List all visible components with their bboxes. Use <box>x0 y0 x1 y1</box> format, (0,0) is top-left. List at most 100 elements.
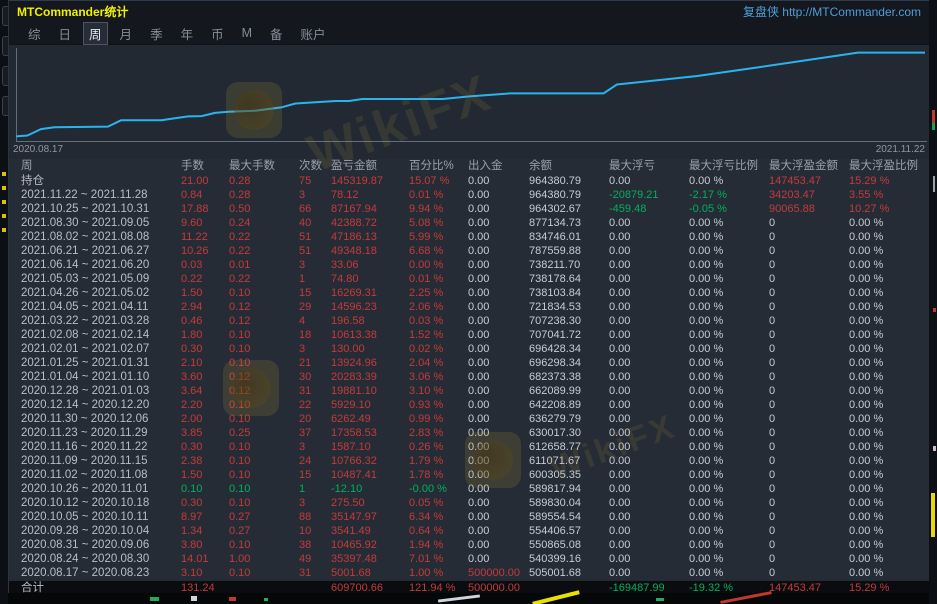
cell-balance: 738103.84 <box>521 286 601 300</box>
menu-item-季[interactable]: 季 <box>141 23 172 44</box>
cell-max-lots: 0.10 <box>221 328 291 342</box>
table-row[interactable]: 2021.03.22 ~ 2021.03.280.460.124196.580.… <box>9 314 929 328</box>
cell-deposit-withdraw: 0.00 <box>460 426 521 440</box>
cell-deposit-withdraw: 0.00 <box>460 370 521 384</box>
cell-max-float-profit: 0 <box>761 314 841 328</box>
cell-max-float-profit-pct: 0.00 % <box>841 496 929 510</box>
cell-pl-amount: 1587.10 <box>323 440 401 454</box>
cell-max-float-profit: 147453.47 <box>761 174 841 188</box>
table-row[interactable]: 2020.08.31 ~ 2020.09.063.800.103810465.9… <box>9 538 929 552</box>
menu-item-M[interactable]: M <box>233 25 261 41</box>
table-row[interactable]: 2020.11.16 ~ 2020.11.220.300.1031587.100… <box>9 440 929 454</box>
table-row[interactable]: 2020.10.12 ~ 2020.10.180.300.103275.500.… <box>9 496 929 510</box>
cell-max-lots: 0.28 <box>221 174 291 188</box>
cell-percent: 0.64 % <box>401 524 460 538</box>
cell-lots: 2.00 <box>173 412 221 426</box>
cell-percent: 5.08 % <box>401 216 460 230</box>
total-row[interactable]: 合计131.24609700.66121.94 %500000.00-16948… <box>9 580 929 594</box>
cell-balance: 642208.89 <box>521 398 601 412</box>
cell-max-float-loss: 0.00 <box>601 482 681 496</box>
table-row[interactable]: 2020.11.02 ~ 2020.11.081.500.101510487.4… <box>9 468 929 482</box>
table-row[interactable]: 2021.08.02 ~ 2021.08.0811.220.225147186.… <box>9 230 929 244</box>
table-row[interactable]: 2020.11.23 ~ 2020.11.293.850.253717358.5… <box>9 426 929 440</box>
table-row[interactable]: 2020.11.30 ~ 2020.12.062.000.10206262.49… <box>9 412 929 426</box>
table-row[interactable]: 2021.01.25 ~ 2021.01.312.100.102113924.9… <box>9 356 929 370</box>
cell-times: 88 <box>291 510 323 524</box>
cell-max-float-profit: 0 <box>761 496 841 510</box>
cell-max-float-loss: 0.00 <box>601 328 681 342</box>
cell-max-float-profit: 0 <box>761 468 841 482</box>
cell-max-float-loss: 0.00 <box>601 510 681 524</box>
cell-max-float-profit-pct: 15.29 % <box>841 174 929 188</box>
table-row[interactable]: 2020.12.14 ~ 2020.12.202.200.10225929.10… <box>9 398 929 412</box>
column-header-max-float-profit-pct: 最大浮盈比例 <box>841 159 929 174</box>
cell-times: 10 <box>291 524 323 538</box>
cell-lots: 3.60 <box>173 370 221 384</box>
table-row[interactable]: 2021.01.04 ~ 2021.01.103.600.123020283.3… <box>9 370 929 384</box>
menu-item-币[interactable]: 币 <box>202 23 233 44</box>
cell-percent: 0.05 % <box>401 496 460 510</box>
cell-week: 2021.06.14 ~ 2021.06.20 <box>11 258 173 272</box>
cell-max-float-loss: 0.00 <box>601 314 681 328</box>
table-row[interactable]: 2020.12.28 ~ 2021.01.033.640.123119881.1… <box>9 384 929 398</box>
cell-lots: 2.10 <box>173 356 221 370</box>
cell-balance: 540399.16 <box>521 552 601 566</box>
menu-item-账户[interactable]: 账户 <box>292 23 335 44</box>
menu-item-综[interactable]: 综 <box>19 23 50 44</box>
cell-max-float-profit-pct: 0.00 % <box>841 230 929 244</box>
menu-item-备[interactable]: 备 <box>261 23 292 44</box>
table-row[interactable]: 2021.02.01 ~ 2021.02.070.300.103130.000.… <box>9 342 929 356</box>
menu-item-日[interactable]: 日 <box>50 23 81 44</box>
table-row[interactable]: 2020.11.09 ~ 2020.11.152.380.102410766.3… <box>9 454 929 468</box>
cell-max-float-profit: 0 <box>761 286 841 300</box>
cell-max-lots: 0.12 <box>221 370 291 384</box>
cell-times: 37 <box>291 426 323 440</box>
table-row[interactable]: 持仓21.000.2875145319.8715.07 %0.00964380.… <box>9 174 929 188</box>
table-row[interactable]: 2021.05.03 ~ 2021.05.090.220.22174.800.0… <box>9 272 929 286</box>
cell-week: 2021.02.01 ~ 2021.02.07 <box>11 342 173 356</box>
cell-lots: 8.97 <box>173 510 221 524</box>
table-row[interactable]: 2021.02.08 ~ 2021.02.141.800.101810613.3… <box>9 328 929 342</box>
cell-pl-amount: 87167.94 <box>323 202 401 216</box>
cell-percent: 1.00 % <box>401 566 460 580</box>
table-row[interactable]: 2021.11.22 ~ 2021.11.280.840.28378.120.0… <box>9 188 929 202</box>
title-bar[interactable]: MTCommander统计 复盘侠 http://MTCommander.com <box>9 1 929 22</box>
cell-percent: 1.52 % <box>401 328 460 342</box>
table-row[interactable]: 2021.04.26 ~ 2021.05.021.500.101516269.3… <box>9 286 929 300</box>
cell-max-float-loss-pct: 0.00 % <box>681 216 761 230</box>
cell-deposit-withdraw: 0.00 <box>460 342 521 356</box>
menu-item-周[interactable]: 周 <box>83 22 108 45</box>
cell-max-float-profit: 0 <box>761 454 841 468</box>
cell-balance: 662089.99 <box>521 384 601 398</box>
cell-pl-amount: 14596.23 <box>323 300 401 314</box>
table-row[interactable]: 2021.04.05 ~ 2021.04.112.940.122914596.2… <box>9 300 929 314</box>
mtcommander-stats-window: MTCommander统计 复盘侠 http://MTCommander.com… <box>8 0 929 593</box>
table-row[interactable]: 2020.10.26 ~ 2020.11.010.100.101-12.10-0… <box>9 482 929 496</box>
table-row[interactable]: 2021.06.21 ~ 2021.06.2710.260.225149348.… <box>9 244 929 258</box>
table-row[interactable]: 2020.09.28 ~ 2020.10.041.340.27103541.49… <box>9 524 929 538</box>
table-row[interactable]: 2021.08.30 ~ 2021.09.059.600.244042388.7… <box>9 216 929 230</box>
cell-max-float-loss-pct: 0.00 % <box>681 244 761 258</box>
table-row[interactable]: 2021.10.25 ~ 2021.10.3117.880.506687167.… <box>9 202 929 216</box>
cell-max-lots: 0.10 <box>221 454 291 468</box>
x-label-start: 2020.08.17 <box>13 144 63 158</box>
cell-lots: 1.50 <box>173 286 221 300</box>
cell-balance: 589830.04 <box>521 496 601 510</box>
cell-max-lots: 0.27 <box>221 524 291 538</box>
table-row[interactable]: 2020.10.05 ~ 2020.10.118.970.278835147.9… <box>9 510 929 524</box>
column-header-times: 次数 <box>291 159 323 174</box>
cell-max-float-loss: 0.00 <box>601 538 681 552</box>
table-row[interactable]: 2020.08.17 ~ 2020.08.233.100.10315001.68… <box>9 566 929 580</box>
cell-deposit-withdraw: 0.00 <box>460 300 521 314</box>
cell-max-float-profit: 90065.88 <box>761 202 841 216</box>
menu-item-年[interactable]: 年 <box>172 23 203 44</box>
cell-max-float-loss: 0.00 <box>601 216 681 230</box>
table-row[interactable]: 2020.08.24 ~ 2020.08.3014.011.004935397.… <box>9 552 929 566</box>
menu-item-月[interactable]: 月 <box>111 23 142 44</box>
cell-max-float-loss-pct: 0.00 % <box>681 230 761 244</box>
table-row[interactable]: 2021.06.14 ~ 2021.06.200.030.01333.060.0… <box>9 258 929 272</box>
cell-max-float-profit-pct: 0.00 % <box>841 272 929 286</box>
cell-pl-amount: 49348.18 <box>323 244 401 258</box>
cell-balance: 589817.94 <box>521 482 601 496</box>
cell-deposit-withdraw: 0.00 <box>460 496 521 510</box>
